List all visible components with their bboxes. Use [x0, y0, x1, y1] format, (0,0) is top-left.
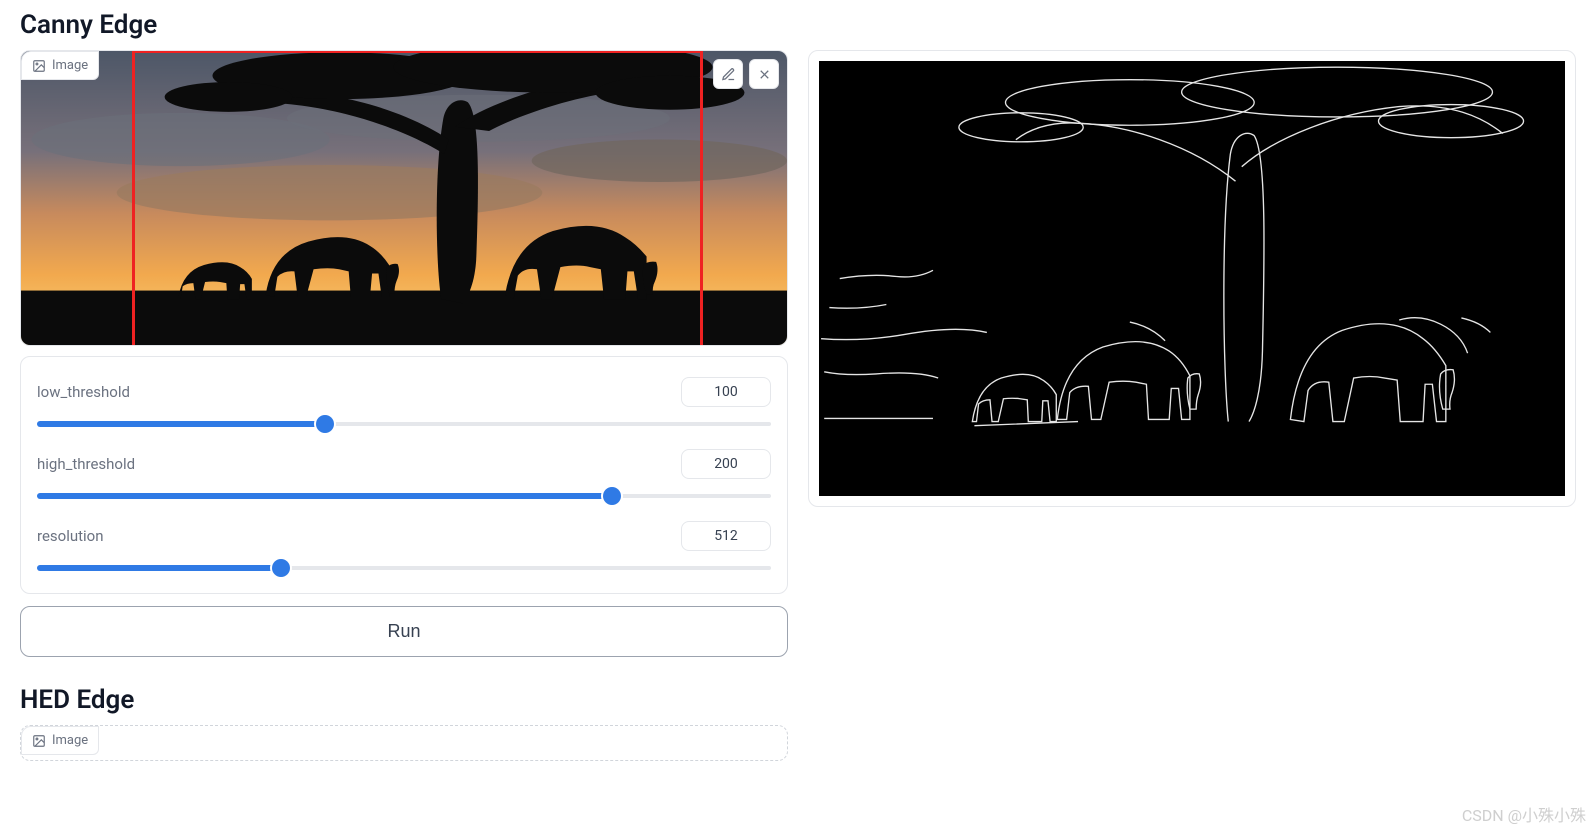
slider-track[interactable]: [37, 489, 771, 503]
sliders-panel: low_threshold 100 high_threshold 200 resolut…: [20, 356, 788, 594]
canny-output-image: [819, 61, 1565, 496]
canny-output-panel: [808, 50, 1576, 507]
watermark: CSDN @小殊小殊: [1462, 802, 1586, 826]
slider-fill: [37, 421, 325, 427]
slider-value[interactable]: 200: [681, 449, 771, 479]
hed-title: HED Edge: [20, 685, 1576, 715]
slider-track[interactable]: [37, 417, 771, 431]
slider-value[interactable]: 100: [681, 377, 771, 407]
image-tab-label: Image: [52, 733, 88, 748]
slider-fill: [37, 493, 612, 499]
slider-label: low_threshold: [37, 383, 130, 401]
slider-label: high_threshold: [37, 455, 135, 473]
slider-low_threshold: low_threshold 100: [37, 377, 771, 431]
slider-fill: [37, 565, 281, 571]
pencil-icon: [721, 67, 736, 82]
slider-track[interactable]: [37, 561, 771, 575]
close-icon: [757, 67, 772, 82]
edit-button[interactable]: [713, 59, 743, 89]
image-tab: Image: [21, 726, 99, 755]
slider-label: resolution: [37, 527, 104, 545]
image-tab: Image: [21, 51, 99, 80]
canny-row: Image low_threshold 100 high_threshold 200 r…: [20, 50, 1576, 657]
canny-input-image[interactable]: [21, 51, 787, 345]
canny-title: Canny Edge: [20, 10, 1576, 40]
slider-resolution: resolution 512: [37, 521, 771, 575]
image-icon: [32, 59, 46, 73]
slider-thumb[interactable]: [603, 487, 621, 505]
image-tab-label: Image: [52, 58, 88, 73]
clear-button[interactable]: [749, 59, 779, 89]
slider-value[interactable]: 512: [681, 521, 771, 551]
slider-high_threshold: high_threshold 200: [37, 449, 771, 503]
slider-thumb[interactable]: [272, 559, 290, 577]
hed-input-image-panel[interactable]: Image: [20, 725, 788, 761]
slider-thumb[interactable]: [316, 415, 334, 433]
run-button[interactable]: Run: [20, 606, 788, 657]
image-icon: [32, 734, 46, 748]
canny-input-image-panel[interactable]: Image: [20, 50, 788, 346]
